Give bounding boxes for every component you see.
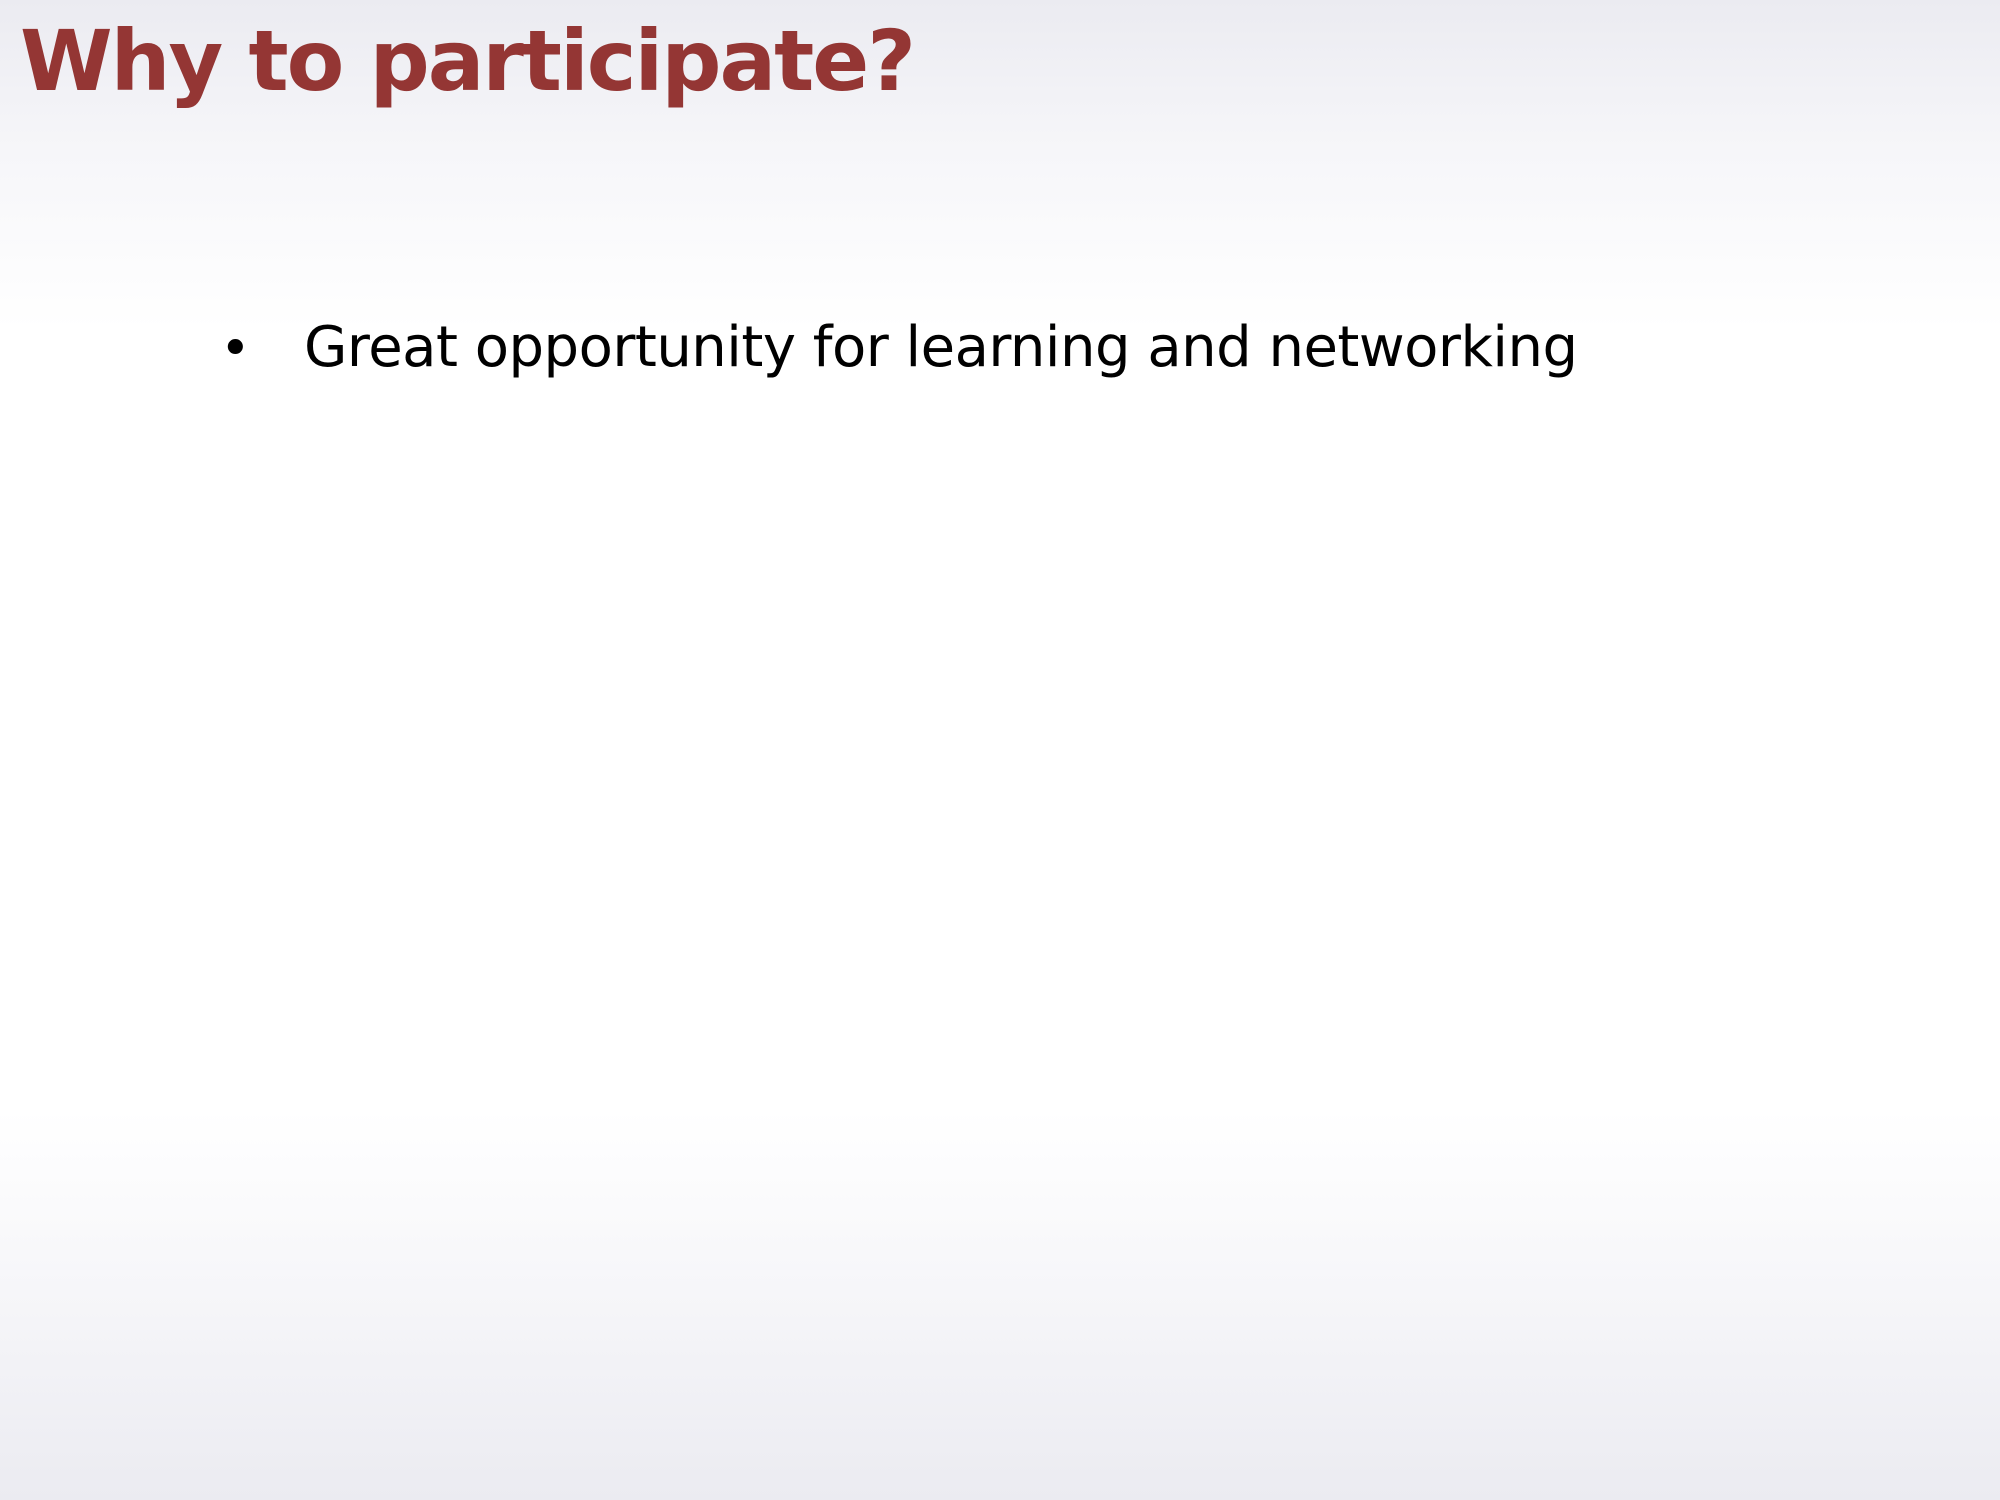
slide: Why to participate? • Great opportunity … xyxy=(0,0,2000,1500)
bullet-text: Great opportunity for learning and netwo… xyxy=(304,315,1578,380)
bullet-item: • Great opportunity for learning and net… xyxy=(220,308,1578,389)
bullet-dot-icon: • xyxy=(220,319,251,379)
slide-title: Why to participate? xyxy=(20,12,916,110)
bullet-list: • Great opportunity for learning and net… xyxy=(220,308,1578,389)
